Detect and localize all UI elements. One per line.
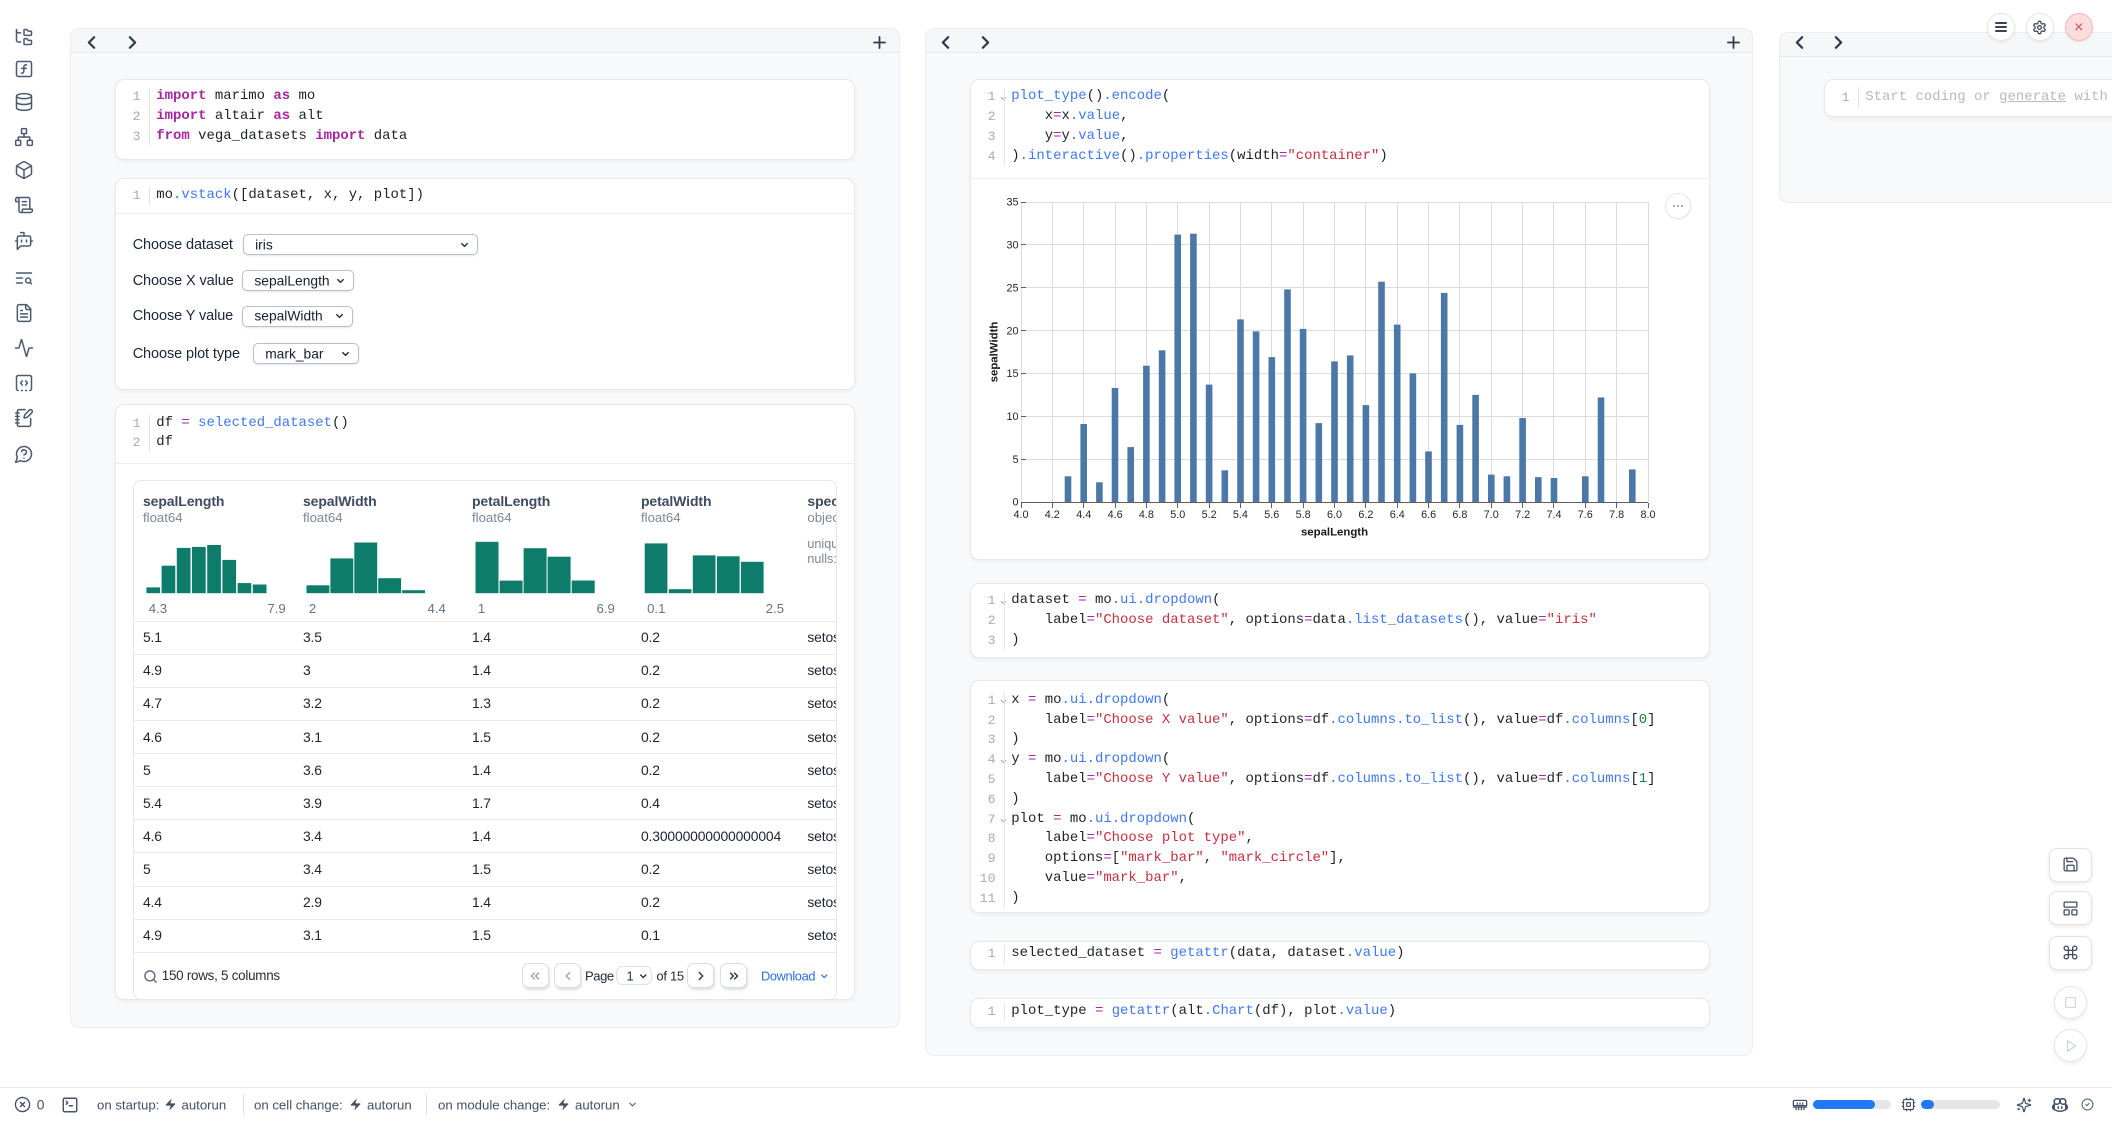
- svg-text:6.6: 6.6: [1421, 509, 1436, 521]
- svg-text:7.4: 7.4: [1546, 509, 1561, 521]
- svg-text:4.4: 4.4: [1076, 509, 1091, 521]
- svg-text:7.6: 7.6: [1578, 509, 1593, 521]
- svg-text:6.0: 6.0: [1327, 509, 1342, 521]
- svg-text:5: 5: [1012, 454, 1018, 466]
- svg-text:5.4: 5.4: [1233, 509, 1248, 521]
- svg-text:7.8: 7.8: [1609, 509, 1624, 521]
- svg-text:7.0: 7.0: [1484, 509, 1499, 521]
- svg-text:sepalLength: sepalLength: [1301, 527, 1368, 539]
- svg-text:15: 15: [1006, 368, 1018, 380]
- svg-text:6.8: 6.8: [1452, 509, 1467, 521]
- svg-text:5.0: 5.0: [1170, 509, 1185, 521]
- svg-text:5.8: 5.8: [1296, 509, 1311, 521]
- svg-text:0: 0: [1012, 497, 1018, 509]
- svg-text:35: 35: [1006, 197, 1018, 209]
- svg-text:6.4: 6.4: [1390, 509, 1405, 521]
- svg-text:10: 10: [1006, 411, 1018, 423]
- svg-text:8.0: 8.0: [1640, 509, 1655, 521]
- svg-text:sepalWidth: sepalWidth: [989, 322, 1001, 383]
- svg-text:5.6: 5.6: [1264, 509, 1279, 521]
- svg-text:5.2: 5.2: [1202, 509, 1217, 521]
- svg-text:6.2: 6.2: [1358, 509, 1373, 521]
- svg-text:30: 30: [1006, 240, 1018, 252]
- svg-text:4.8: 4.8: [1139, 509, 1154, 521]
- svg-text:4.2: 4.2: [1045, 509, 1060, 521]
- svg-text:20: 20: [1006, 325, 1018, 337]
- svg-text:25: 25: [1006, 282, 1018, 294]
- svg-text:4.6: 4.6: [1108, 509, 1123, 521]
- svg-text:7.2: 7.2: [1515, 509, 1530, 521]
- svg-text:4.0: 4.0: [1013, 509, 1028, 521]
